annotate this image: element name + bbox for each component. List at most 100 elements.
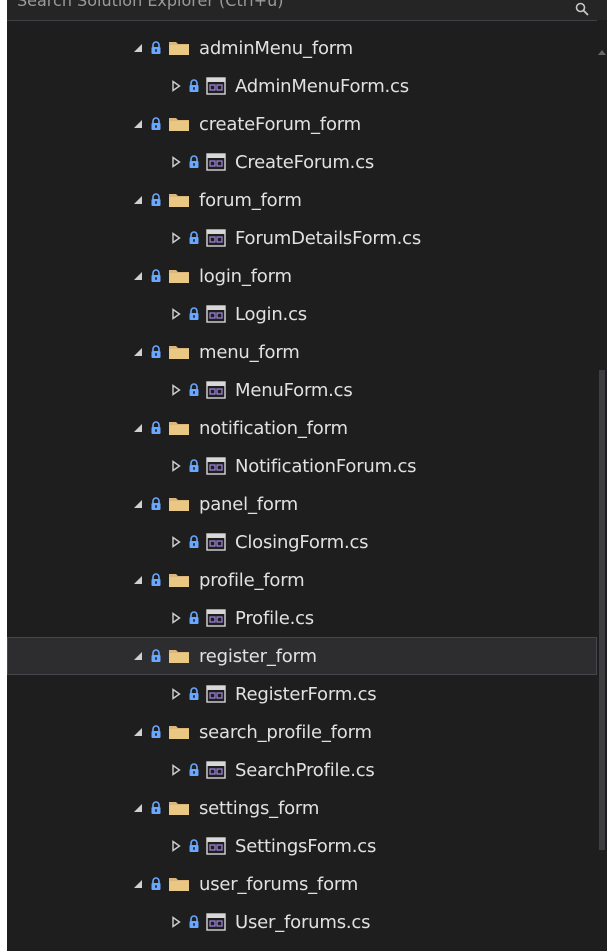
folder-label: panel_form [199,493,298,515]
tree-file-row[interactable]: SettingsForm.cs [7,827,597,865]
folder-icon [169,270,189,283]
tree-folder-row[interactable]: panel_form [7,485,597,523]
lock-icon [189,307,199,320]
expanded-arrow-icon[interactable] [132,802,144,814]
expanded-arrow-icon[interactable] [132,878,144,890]
lock-icon [189,79,199,92]
vertical-scrollbar[interactable] [597,20,607,951]
folder-label: createForum_form [199,113,361,135]
tree-folder-row[interactable]: search_profile_form [7,713,597,751]
collapsed-arrow-icon[interactable] [170,536,182,548]
lock-icon [189,231,199,244]
collapsed-arrow-icon[interactable] [170,156,182,168]
tree-folder-row[interactable]: notification_form [7,409,597,447]
expanded-arrow-icon[interactable] [132,194,144,206]
collapsed-arrow-icon[interactable] [170,460,182,472]
folder-label: profile_form [199,569,305,591]
folder-label: user_forums_form [199,873,359,895]
lock-icon [151,41,161,54]
folder-label: settings_form [199,797,320,819]
expanded-arrow-icon[interactable] [132,726,144,738]
expanded-arrow-icon[interactable] [132,574,144,586]
lock-icon [189,763,199,776]
tree-file-row[interactable]: MenuForm.cs [7,371,597,409]
expanded-arrow-icon[interactable] [132,42,144,54]
lock-icon [151,877,161,890]
tree-file-row[interactable]: CreateForum.cs [7,143,597,181]
search-bar[interactable]: Search Solution Explorer (Ctrl+ü) [7,0,607,21]
folder-label: search_profile_form [199,721,372,743]
expanded-arrow-icon[interactable] [132,346,144,358]
tree-folder-row[interactable]: menu_form [7,333,597,371]
folder-icon [169,118,189,131]
tree-folder-row[interactable]: adminMenu_form [7,29,597,67]
folder-icon [169,194,189,207]
scroll-thumb[interactable] [599,370,605,850]
tree-file-row[interactable]: User_forums.cs [7,903,597,941]
lock-icon [151,345,161,358]
lock-icon [151,421,161,434]
expanded-arrow-icon[interactable] [132,270,144,282]
collapsed-arrow-icon[interactable] [170,308,182,320]
windows-form-icon [206,153,226,171]
tree-file-row[interactable]: ForumDetailsForm.cs [7,219,597,257]
folder-icon [169,498,189,511]
tree-file-row[interactable]: SearchProfile.cs [7,751,597,789]
tree-file-row[interactable]: NotificationForum.cs [7,447,597,485]
collapsed-arrow-icon[interactable] [170,232,182,244]
collapsed-arrow-icon[interactable] [170,840,182,852]
folder-icon [169,878,189,891]
tree-folder-row[interactable]: settings_form [7,789,597,827]
folder-icon [169,726,189,739]
lock-icon [151,649,161,662]
windows-form-icon [206,837,226,855]
file-label: User_forums.cs [235,911,371,933]
tree-folder-row[interactable]: forum_form [7,181,597,219]
collapsed-arrow-icon[interactable] [170,916,182,928]
windows-form-icon [206,609,226,627]
lock-icon [189,915,199,928]
folder-label: login_form [199,265,292,287]
tree-file-row[interactable]: RegisterForm.cs [7,675,597,713]
expanded-arrow-icon[interactable] [132,498,144,510]
tree-folder-row[interactable]: login_form [7,257,597,295]
solution-tree: adminMenu_form AdminMenuForm.cs createFo… [7,29,597,941]
file-label: ClosingForm.cs [235,531,369,553]
file-label: RegisterForm.cs [235,683,377,705]
collapsed-arrow-icon[interactable] [170,688,182,700]
tree-file-row[interactable]: Profile.cs [7,599,597,637]
windows-form-icon [206,229,226,247]
expanded-arrow-icon[interactable] [132,422,144,434]
file-label: Login.cs [235,303,307,325]
folder-label: adminMenu_form [199,37,353,59]
lock-icon [151,497,161,510]
collapsed-arrow-icon[interactable] [170,384,182,396]
collapsed-arrow-icon[interactable] [170,764,182,776]
collapsed-arrow-icon[interactable] [170,80,182,92]
windows-form-icon [206,457,226,475]
windows-form-icon [206,761,226,779]
windows-form-icon [206,305,226,323]
tree-file-row[interactable]: Login.cs [7,295,597,333]
expanded-arrow-icon[interactable] [132,118,144,130]
folder-icon [169,42,189,55]
lock-icon [151,193,161,206]
search-icon[interactable] [575,2,589,16]
folder-label: forum_form [199,189,302,211]
collapsed-arrow-icon[interactable] [170,612,182,624]
tree-file-row[interactable]: ClosingForm.cs [7,523,597,561]
tree-folder-row[interactable]: user_forums_form [7,865,597,903]
lock-icon [151,801,161,814]
lock-icon [189,459,199,472]
lock-icon [151,117,161,130]
tree-folder-row[interactable]: register_form [7,637,597,675]
search-input[interactable]: Search Solution Explorer (Ctrl+ü) [17,0,284,10]
file-label: SettingsForm.cs [235,835,377,857]
tree-folder-row[interactable]: profile_form [7,561,597,599]
scroll-up-arrow-icon[interactable] [598,50,606,55]
expanded-arrow-icon[interactable] [132,650,144,662]
tree-folder-row[interactable]: createForum_form [7,105,597,143]
folder-label: notification_form [199,417,348,439]
file-label: MenuForm.cs [235,379,353,401]
tree-file-row[interactable]: AdminMenuForm.cs [7,67,597,105]
